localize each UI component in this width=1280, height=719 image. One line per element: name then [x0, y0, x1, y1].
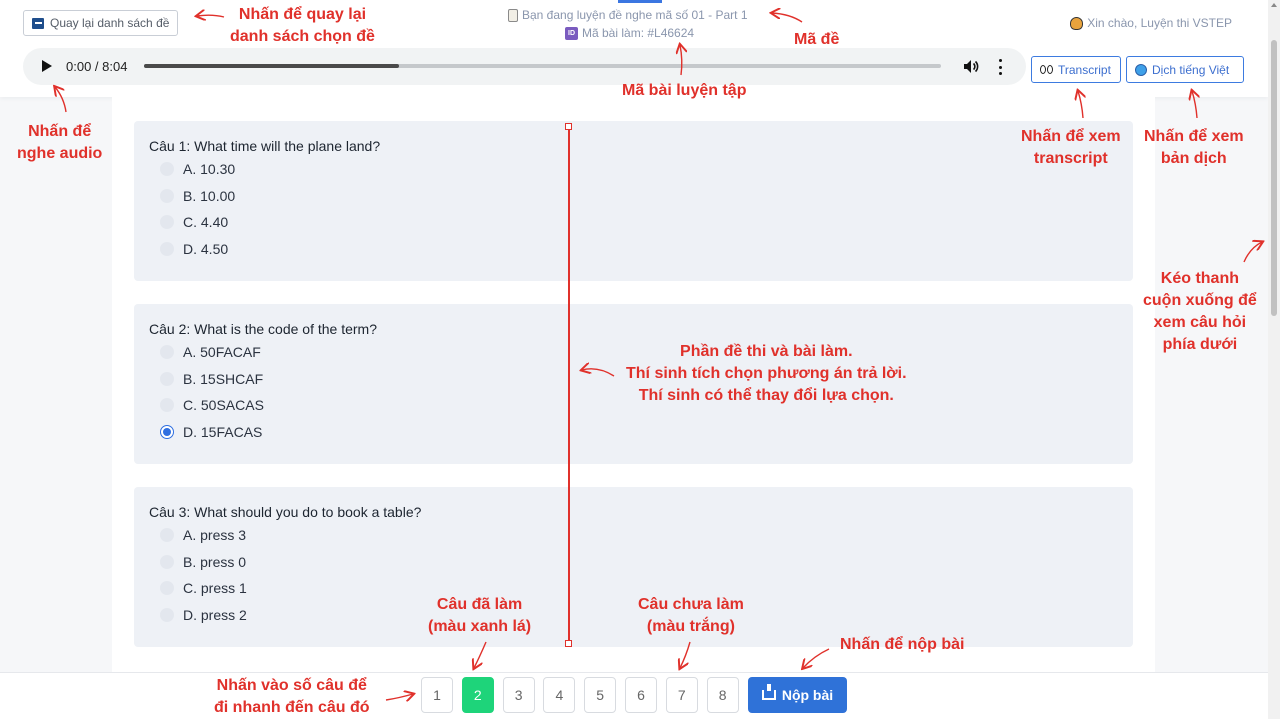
scrollbar-thumb[interactable] [1271, 40, 1277, 316]
user-greeting[interactable]: Xin chào, Luyện thi VSTEP [1070, 16, 1232, 30]
back-to-list-button[interactable]: Quay lại danh sách đề [23, 10, 179, 36]
question-number-button[interactable]: 6 [625, 677, 657, 713]
radio-button[interactable] [160, 188, 174, 203]
answer-option[interactable]: B. 10.00 [160, 188, 235, 204]
transcript-label: Transcript [1058, 62, 1111, 77]
answer-option[interactable]: A. 50FACAF [160, 344, 261, 360]
annotation-back: Nhấn để quay lại danh sách chọn đề [230, 6, 375, 45]
submit-label: Nộp bài [781, 687, 834, 703]
radio-button[interactable] [160, 215, 174, 230]
id-icon: ID [565, 26, 578, 40]
active-tab-indicator [618, 0, 662, 3]
audio-player: 0:00 / 8:04 [23, 48, 1026, 85]
question-card: Câu 3: What should you do to book a tabl… [134, 487, 1133, 647]
radio-button[interactable] [160, 345, 174, 359]
answer-option[interactable]: B. 15SHCAF [160, 371, 263, 387]
eyes-icon [1040, 65, 1053, 74]
annotation-divider-cap [565, 123, 572, 130]
question-number-button[interactable]: 7 [665, 677, 698, 713]
question-number-button[interactable]: 2 [461, 677, 494, 713]
annotation-content: Phần đề thi và bài làm. Thí sinh tích chọ… [626, 343, 907, 404]
scroll-up-icon[interactable] [1271, 3, 1277, 7]
answer-option-label: C. 50SACAS [183, 397, 264, 414]
arrow-scroll [1243, 242, 1262, 263]
radio-button[interactable] [160, 371, 174, 386]
annotation-attempt-code: Mã bài luyện tập [622, 82, 747, 99]
question-number-button[interactable]: 8 [706, 677, 739, 713]
radio-button[interactable] [160, 162, 174, 176]
annotation-scroll: Kéo thanh cuộn xuống để xem câu hỏi phía dư… [1143, 270, 1257, 353]
answer-option-label: B. 15SHCAF [183, 370, 264, 387]
play-icon[interactable] [42, 60, 52, 72]
answer-option[interactable]: D. 4.50 [160, 241, 228, 257]
scroll-icon [508, 8, 518, 22]
question-number-button[interactable]: 4 [543, 677, 576, 713]
exam-code-text: Bạn đang luyện đề nghe mã số 01 - Part 1 [522, 8, 748, 22]
submit-button[interactable]: Nộp bài [748, 677, 847, 713]
transcript-button[interactable]: Transcript [1031, 56, 1121, 83]
answer-option-label: B. press 0 [183, 553, 247, 570]
translate-button[interactable]: Dịch tiếng Việt [1126, 56, 1244, 83]
volume-icon[interactable] [963, 59, 979, 74]
back-label: Quay lại danh sách đề [50, 16, 170, 30]
answer-option[interactable]: C. 4.40 [160, 214, 228, 230]
globe-icon [1135, 63, 1147, 76]
radio-button[interactable] [160, 528, 174, 542]
answer-option-label: C. 4.40 [183, 214, 229, 231]
answer-option-label: B. 10.00 [183, 187, 236, 204]
radio-button[interactable] [160, 554, 174, 569]
exam-code: Bạn đang luyện đề nghe mã số 01 - Part 1 [508, 8, 748, 22]
question-title: Câu 1: What time will the plane land? [149, 138, 381, 154]
answer-option-label: A. 10.30 [183, 161, 236, 177]
answer-option[interactable]: D. 15FACAS [160, 424, 262, 440]
waving-hand-icon [1070, 16, 1084, 30]
annotation-translate: Nhấn để xem bản dịch [1144, 128, 1244, 167]
practice-page: Quay lại danh sách đề Bạn đang luyện đề … [0, 0, 1280, 719]
radio-button[interactable] [160, 425, 174, 440]
answer-option[interactable]: C. press 1 [160, 580, 247, 596]
radio-button[interactable] [160, 581, 174, 596]
greeting-text: Xin chào, Luyện thi VSTEP [1087, 16, 1232, 30]
audio-seek-bar[interactable] [144, 64, 941, 68]
answer-option-label: A. 50FACAF [183, 344, 261, 360]
translate-label: Dịch tiếng Việt [1152, 62, 1230, 77]
radio-button[interactable] [160, 608, 174, 623]
submit-icon [761, 684, 776, 700]
annotation-undone: Câu chưa làm (màu trắng) [638, 596, 744, 635]
attempt-code: ID Mã bài làm: #L46624 [565, 26, 694, 40]
answer-option[interactable]: A. 10.30 [160, 161, 235, 177]
page-scrollbar[interactable] [1268, 0, 1280, 719]
answer-option-label: D. press 2 [183, 607, 247, 624]
answer-option-label: A. press 3 [183, 527, 247, 543]
annotation-submit: Nhấn để nộp bài [840, 636, 965, 653]
annotation-done: Câu đã làm (màu xanh lá) [428, 596, 532, 635]
annotation-nav: Nhấn vào số câu để đi nhanh đến câu đó [214, 677, 370, 716]
audio-time: 0:00 / 8:04 [66, 59, 128, 74]
answer-option[interactable]: B. press 0 [160, 554, 246, 570]
annotation-exam-code: Mã đề [794, 31, 840, 48]
question-title: Câu 2: What is the code of the term? [149, 321, 378, 337]
question-card: Câu 1: What time will the plane land? A. … [134, 121, 1133, 281]
annotation-divider [568, 126, 570, 644]
annotation-transcript: Nhấn để xem transcript [1021, 128, 1121, 167]
answer-option[interactable]: D. press 2 [160, 607, 247, 623]
back-icon [32, 17, 44, 29]
question-title: Câu 3: What should you do to book a tabl… [149, 504, 422, 520]
audio-progress-fill [144, 64, 400, 68]
answer-option[interactable]: C. 50SACAS [160, 397, 264, 413]
answer-option-label: D. 4.50 [183, 241, 229, 258]
radio-button[interactable] [160, 242, 174, 257]
question-number-button[interactable]: 5 [584, 677, 617, 713]
annotation-audio: Nhấn để nghe audio [17, 123, 103, 162]
radio-button[interactable] [160, 398, 174, 413]
more-options-icon[interactable] [997, 59, 1003, 75]
question-number-button[interactable]: 3 [502, 677, 535, 713]
answer-option[interactable]: A. press 3 [160, 527, 246, 543]
answer-option-label: C. press 1 [183, 580, 247, 597]
attempt-code-text: Mã bài làm: #L46624 [582, 26, 695, 40]
question-number-button[interactable]: 1 [421, 677, 453, 713]
annotation-divider-cap [565, 640, 572, 647]
answer-option-label: D. 15FACAS [183, 424, 263, 441]
